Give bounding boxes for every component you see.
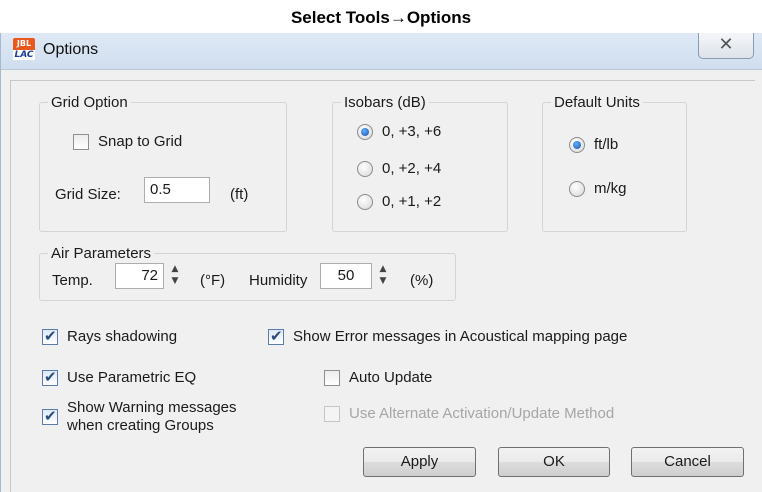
window-title: Options	[43, 41, 99, 58]
units-option-ft-lb[interactable]: ft/lb	[569, 136, 618, 153]
temp-unit: (°F)	[200, 272, 226, 289]
units-radio-m-kg[interactable]	[569, 180, 585, 197]
options-dialog: JBL LAC Options ✕ Grid Option Snap to Gri…	[0, 33, 762, 492]
close-button[interactable]: ✕	[698, 33, 754, 59]
isobar-radio-2[interactable]	[357, 160, 373, 177]
rays-shadowing-box[interactable]	[42, 327, 58, 345]
parametric-eq-label: Use Parametric EQ	[67, 369, 197, 386]
units-label-ft-lb: ft/lb	[594, 136, 619, 153]
show-warning-label-line2: when creating Groups	[67, 417, 214, 434]
humidity-label: Humidity	[249, 272, 308, 289]
grid-size-label: Grid Size:	[55, 186, 121, 203]
show-error-checkbox[interactable]: Show Error messages in Acoustical mappin…	[268, 327, 628, 345]
units-option-m-kg[interactable]: m/kg	[569, 180, 627, 197]
snap-to-grid-label: Snap to Grid	[98, 133, 183, 150]
alternate-activation-box	[324, 405, 340, 422]
temp-input[interactable]: 72	[115, 263, 164, 289]
isobar-radio-1[interactable]	[357, 123, 373, 140]
caption-select-tools-options: Select Tools→Options	[290, 8, 472, 27]
humidity-spinner[interactable]: ▲ ▼	[376, 263, 390, 289]
parametric-eq-box[interactable]	[42, 368, 58, 386]
app-icon: JBL LAC	[13, 38, 35, 60]
isobar-option-0-3-6[interactable]: 0, +3, +6	[357, 123, 441, 140]
humidity-input[interactable]: 50	[320, 263, 372, 289]
alternate-activation-checkbox: Use Alternate Activation/Update Method	[324, 405, 614, 422]
isobar-label-1: 0, +3, +6	[382, 123, 442, 140]
isobar-label-2: 0, +2, +4	[382, 160, 442, 177]
alternate-activation-label: Use Alternate Activation/Update Method	[349, 405, 615, 422]
show-warning-box[interactable]	[42, 407, 58, 425]
show-error-label: Show Error messages in Acoustical mappin…	[293, 328, 628, 345]
auto-update-checkbox[interactable]: Auto Update	[324, 369, 432, 386]
parametric-eq-checkbox[interactable]: Use Parametric EQ	[42, 368, 197, 386]
snap-checkbox-box[interactable]	[73, 133, 89, 150]
units-label-m-kg: m/kg	[594, 180, 627, 197]
show-error-box[interactable]	[268, 327, 284, 345]
show-warning-checkbox[interactable]: Show Warning messages when creating Grou…	[42, 399, 237, 435]
air-parameters-title: Air Parameters	[48, 245, 155, 262]
default-units-title: Default Units	[551, 94, 643, 111]
rays-shadowing-label: Rays shadowing	[67, 328, 178, 345]
default-units-group: Default Units	[542, 94, 687, 232]
auto-update-label: Auto Update	[349, 369, 433, 386]
isobar-label-3: 0, +1, +2	[382, 193, 442, 210]
units-radio-ft-lb[interactable]	[569, 136, 585, 153]
temp-label: Temp.	[52, 272, 93, 289]
isobar-radio-3[interactable]	[357, 193, 373, 210]
grid-size-input[interactable]: 0.5	[144, 177, 210, 203]
dialog-client-area: Grid Option Snap to Grid Grid Size: 0.5 …	[10, 80, 755, 492]
humidity-unit: (%)	[410, 272, 434, 289]
ok-button[interactable]: OK	[498, 447, 610, 477]
auto-update-box[interactable]	[324, 369, 340, 386]
cancel-button[interactable]: Cancel	[631, 447, 744, 477]
title-bar[interactable]: JBL LAC Options ✕	[1, 33, 762, 70]
grid-size-unit: (ft)	[230, 186, 249, 203]
apply-button[interactable]: Apply	[363, 447, 476, 477]
snap-to-grid-checkbox[interactable]: Snap to Grid	[73, 133, 182, 150]
isobars-title: Isobars (dB)	[341, 94, 429, 111]
grid-option-title: Grid Option	[48, 94, 131, 111]
grid-option-group: Grid Option	[39, 94, 287, 232]
isobar-option-0-1-2[interactable]: 0, +1, +2	[357, 193, 441, 210]
temp-spinner[interactable]: ▲ ▼	[168, 263, 182, 289]
show-warning-label: Show Warning messages when creating Grou…	[67, 399, 237, 435]
show-warning-label-line1: Show Warning messages	[67, 399, 237, 416]
isobar-option-0-2-4[interactable]: 0, +2, +4	[357, 160, 441, 177]
air-parameters-group: Air Parameters	[39, 245, 456, 301]
rays-shadowing-checkbox[interactable]: Rays shadowing	[42, 327, 178, 345]
